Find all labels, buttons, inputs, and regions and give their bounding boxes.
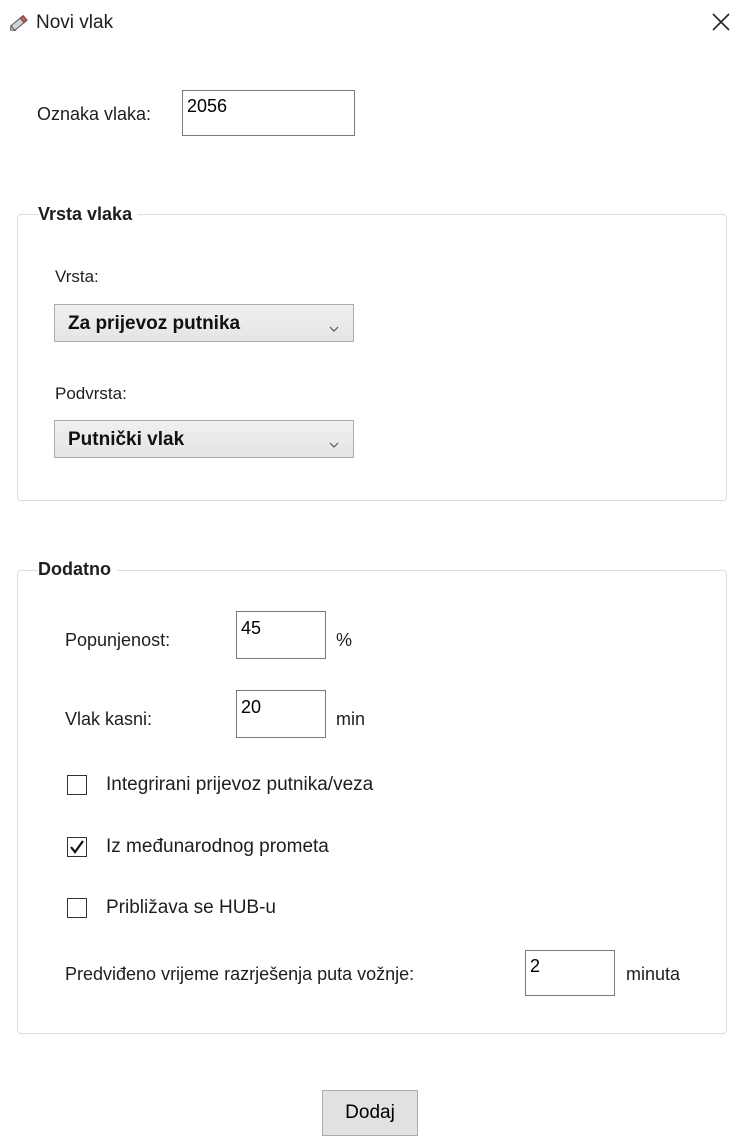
train-id-label: Oznaka vlaka: bbox=[37, 104, 152, 124]
resolution-time-unit: minuta bbox=[626, 964, 681, 984]
international-traffic-label: Iz međunarodnog prometa bbox=[106, 836, 329, 857]
integrated-transport-checkbox[interactable] bbox=[67, 775, 87, 795]
subtype-label: Podvrsta: bbox=[55, 384, 127, 403]
title-bar: Novi vlak bbox=[0, 0, 743, 52]
close-icon bbox=[711, 12, 731, 37]
occupancy-label: Popunjenost: bbox=[65, 630, 171, 650]
new-train-dialog: Novi vlak Oznaka vlaka: Vrsta vlaka Vrst… bbox=[0, 0, 743, 1140]
integrated-transport-label: Integrirani prijevoz putnika/veza bbox=[106, 774, 374, 795]
occupancy-unit: % bbox=[336, 630, 353, 650]
window-title: Novi vlak bbox=[36, 12, 114, 33]
pencil-icon bbox=[8, 12, 30, 34]
delay-label: Vlak kasni: bbox=[65, 709, 153, 729]
international-traffic-checkbox[interactable] bbox=[67, 837, 87, 857]
chevron-down-icon bbox=[329, 320, 339, 332]
delay-input[interactable] bbox=[236, 690, 326, 738]
occupancy-input[interactable] bbox=[236, 611, 326, 659]
resolution-time-label: Predviđeno vrijeme razrješenja puta vožn… bbox=[65, 964, 415, 984]
resolution-time-input[interactable] bbox=[525, 950, 615, 996]
chevron-down-icon bbox=[329, 436, 339, 448]
subtype-combobox[interactable]: Putnički vlak bbox=[54, 420, 354, 458]
checkmark-icon bbox=[69, 839, 85, 860]
type-combobox[interactable]: Za prijevoz putnika bbox=[54, 304, 354, 342]
approaching-hub-label: Približava se HUB-u bbox=[106, 897, 276, 918]
add-button[interactable]: Dodaj bbox=[322, 1090, 418, 1136]
approaching-hub-checkbox[interactable] bbox=[67, 898, 87, 918]
type-selected-value: Za prijevoz putnika bbox=[68, 313, 241, 334]
additional-group-header: Dodatno bbox=[38, 559, 117, 580]
train-id-input[interactable] bbox=[182, 90, 355, 136]
type-label: Vrsta: bbox=[55, 267, 99, 286]
subtype-selected-value: Putnički vlak bbox=[68, 429, 185, 450]
train-type-group-header: Vrsta vlaka bbox=[38, 204, 139, 225]
delay-unit: min bbox=[336, 709, 366, 729]
close-button[interactable] bbox=[703, 6, 739, 42]
